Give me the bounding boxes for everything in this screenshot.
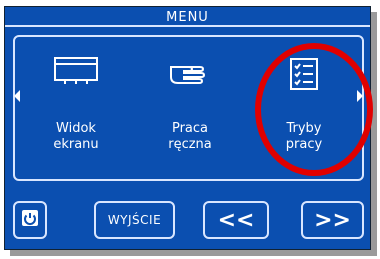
screen-view-icon (54, 57, 98, 89)
bottom-action-bar: WYJŚCIE << >> (5, 189, 370, 251)
panel-shadow-right (371, 12, 377, 252)
scroll-left-indicator[interactable] (14, 90, 20, 102)
exit-label: WYJŚCIE (107, 213, 162, 227)
next-label: >> (314, 207, 351, 233)
menu-header: MENU (5, 7, 370, 27)
tile-label: Tryby pracy (251, 121, 357, 153)
exit-button[interactable]: WYJŚCIE (94, 201, 175, 239)
power-icon (21, 209, 39, 231)
tile-praca-reczna[interactable]: Praca ręczna (137, 49, 243, 175)
device-screen: MENU Widok ekranu Praca ręczna Tryby pra… (4, 6, 371, 250)
tile-label-line1: Tryby (286, 121, 322, 136)
tile-label-line2: ręczna (168, 137, 212, 152)
scroll-right-indicator[interactable] (357, 90, 363, 102)
tile-label: Praca ręczna (137, 121, 243, 153)
power-button[interactable] (13, 201, 47, 239)
tile-label-line2: pracy (285, 137, 323, 152)
menu-title: MENU (166, 9, 209, 25)
checklist-icon (289, 57, 319, 95)
previous-label: << (217, 207, 255, 233)
hand-icon (168, 57, 212, 89)
tile-label-line1: Praca (171, 121, 209, 136)
tile-label: Widok ekranu (23, 121, 129, 153)
tile-label-line1: Widok (56, 121, 96, 136)
tile-widok-ekranu[interactable]: Widok ekranu (23, 49, 129, 175)
tile-label-line2: ekranu (53, 137, 99, 152)
next-button[interactable]: >> (301, 201, 364, 239)
menu-options-area: Widok ekranu Praca ręczna Tryby pracy (13, 35, 364, 181)
tile-tryby-pracy[interactable]: Tryby pracy (251, 49, 357, 175)
previous-button[interactable]: << (203, 201, 269, 239)
